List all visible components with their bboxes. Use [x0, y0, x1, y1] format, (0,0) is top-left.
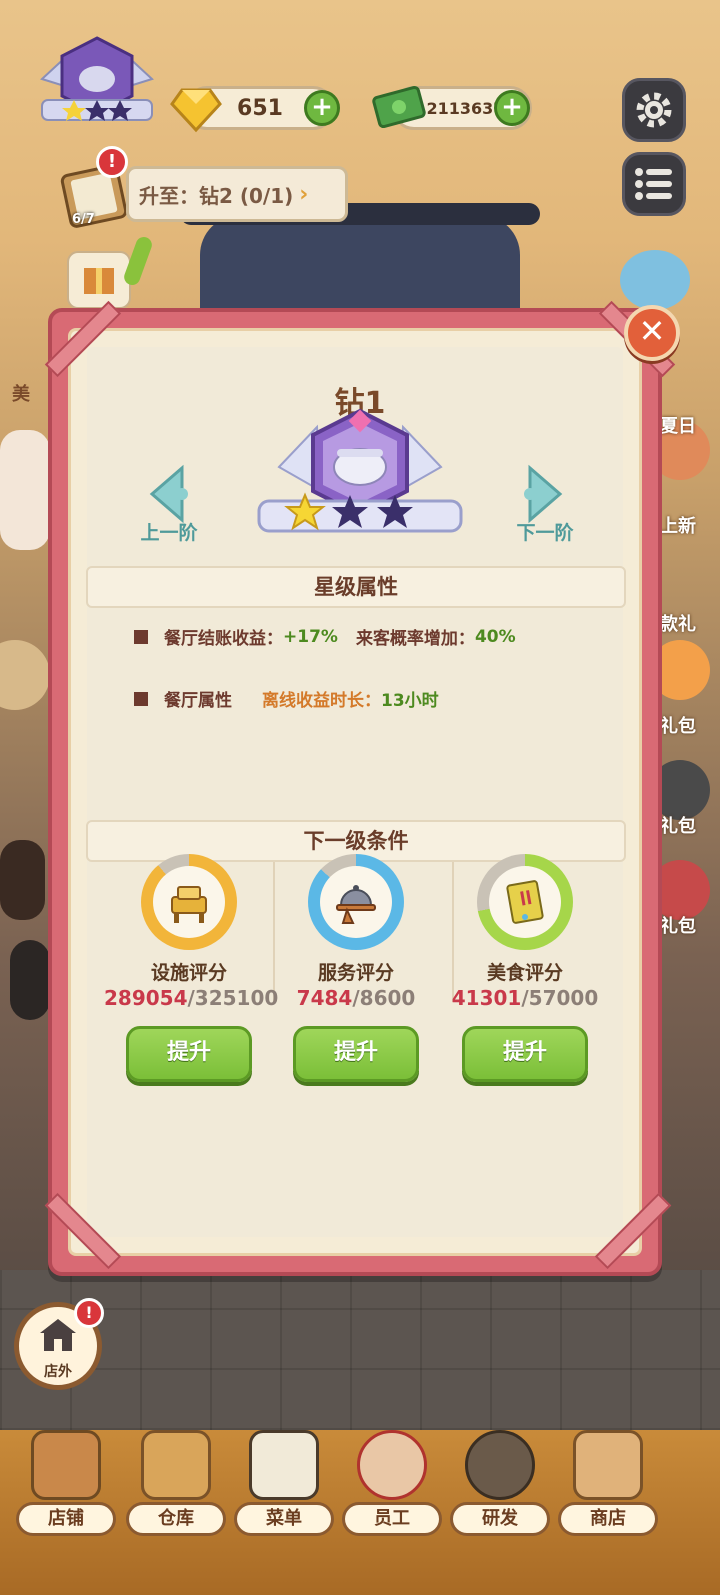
attr-value: 40%: [474, 626, 516, 647]
add-gems-button[interactable]: +: [304, 90, 340, 126]
parasol-decoration: [0, 640, 50, 710]
customer-figure: [10, 940, 50, 1020]
gem-icon: [170, 88, 222, 133]
attr-label: 餐厅结账收益：: [164, 629, 283, 649]
prev-tier-label[interactable]: 上一阶: [124, 518, 214, 545]
bullet-square: [134, 691, 148, 706]
recipe-book-icon: [506, 880, 544, 924]
food-progress-ring: [477, 854, 573, 950]
attr-label: 餐厅属性: [164, 691, 232, 711]
store-outside-label: 店外: [44, 1364, 72, 1380]
nav-label: 员工: [342, 1502, 442, 1536]
settings-button[interactable]: [622, 78, 686, 142]
shop-icon: [573, 1430, 643, 1500]
warehouse-box-icon: [141, 1430, 211, 1500]
rank-upgrade-info[interactable]: 升至：钻2 (0/1) ›: [126, 166, 348, 222]
side-label[interactable]: 礼包: [660, 912, 696, 938]
nav-label: 仓库: [126, 1502, 226, 1536]
condition-name: 设施评分: [150, 962, 227, 984]
attribute-row: 餐厅属性 离线收益时长： 13小时: [134, 686, 439, 711]
upgrade-facility-button[interactable]: 提升: [126, 1026, 252, 1082]
task-alert-badge: !: [96, 146, 128, 178]
service-cloche-icon: [336, 885, 376, 924]
condition-value: 41301/57000: [440, 986, 610, 1010]
attribute-row: 餐厅结账收益： +17% 来客概率增加： 40%: [134, 624, 516, 649]
nav-warehouse[interactable]: 仓库: [126, 1420, 226, 1540]
facility-icon: [171, 886, 207, 923]
gear-icon: [636, 92, 672, 128]
next-tier-arrow-icon[interactable]: [510, 464, 570, 524]
service-progress-ring: [308, 854, 404, 950]
close-button[interactable]: ✕: [624, 305, 680, 361]
condition-current: 7484: [296, 986, 353, 1010]
background-floor: [0, 1270, 720, 1430]
side-label[interactable]: 上新: [660, 512, 696, 538]
offline-income-value: 13小时: [381, 691, 439, 711]
nav-shop[interactable]: 商店: [558, 1420, 658, 1540]
condition-value: 289054/325100: [104, 986, 278, 1010]
nav-label: 店铺: [16, 1502, 116, 1536]
facility-score-column: 设施评分 289054/325100 提升: [104, 850, 278, 1100]
customer-figure: [0, 840, 45, 920]
condition-total: /57000: [521, 986, 599, 1010]
condition-current: 41301: [451, 986, 522, 1010]
side-label[interactable]: 礼包: [660, 812, 696, 838]
condition-current: 289054: [104, 986, 188, 1010]
condition-name: 美食评分: [486, 962, 563, 984]
upgrade-food-button[interactable]: 提升: [462, 1026, 588, 1082]
star-attributes-header: 星级属性: [86, 566, 626, 608]
cash-icon: [372, 85, 426, 129]
nav-label: 商店: [558, 1502, 658, 1536]
player-rank-badge[interactable]: [34, 34, 160, 130]
house-icon: [40, 1319, 76, 1351]
condition-total: /325100: [187, 986, 279, 1010]
rank-upgrade-text: 升至：钻2 (0/1): [139, 183, 294, 208]
chevron-right-icon: ›: [299, 181, 309, 207]
ring-center: [320, 866, 392, 938]
nav-label: 研发: [450, 1502, 550, 1536]
menu-clipboard-icon: [249, 1430, 319, 1500]
facility-progress-ring: [141, 854, 237, 950]
close-icon: ✕: [638, 312, 666, 350]
bullet-square: [134, 629, 148, 644]
next-tier-label[interactable]: 下一阶: [500, 518, 590, 545]
service-score-column: 服务评分 7484/8600 提升: [271, 850, 441, 1100]
list-icon: [635, 168, 672, 200]
menu-list-button[interactable]: [622, 152, 686, 216]
prev-tier-arrow-icon[interactable]: [142, 464, 202, 524]
summer-event-icon[interactable]: [620, 250, 690, 310]
food-score-column: 美食评分 41301/57000 提升: [440, 850, 610, 1100]
rank-badge-large: [257, 408, 463, 533]
add-cash-button[interactable]: +: [494, 90, 530, 126]
upgrade-service-button[interactable]: 提升: [293, 1026, 419, 1082]
nav-research[interactable]: 研发: [450, 1420, 550, 1540]
offline-income-label: 离线收益时长：: [262, 691, 381, 711]
side-label[interactable]: 款礼: [660, 610, 696, 636]
store-icon: [31, 1430, 101, 1500]
research-pot-icon: [465, 1430, 535, 1500]
nav-staff[interactable]: 员工: [342, 1420, 442, 1540]
ring-center: [153, 866, 225, 938]
nav-menu[interactable]: 菜单: [234, 1420, 334, 1540]
lucky-cat-decoration: [0, 430, 50, 550]
nav-store[interactable]: 店铺: [16, 1420, 116, 1540]
attr-value: +17%: [283, 626, 338, 647]
condition-name: 服务评分: [317, 962, 394, 984]
nav-label: 菜单: [234, 1502, 334, 1536]
gem-amount: 651: [237, 95, 283, 121]
condition-total: /8600: [352, 986, 416, 1010]
condition-value: 7484/8600: [271, 986, 441, 1010]
task-count: 6/7: [72, 212, 95, 227]
side-label[interactable]: 礼包: [660, 712, 696, 738]
staff-avatar-icon: [357, 1430, 427, 1500]
attr-label: 来客概率增加：: [355, 629, 475, 649]
ring-center: [489, 866, 561, 938]
outside-alert-badge: !: [74, 1298, 104, 1328]
